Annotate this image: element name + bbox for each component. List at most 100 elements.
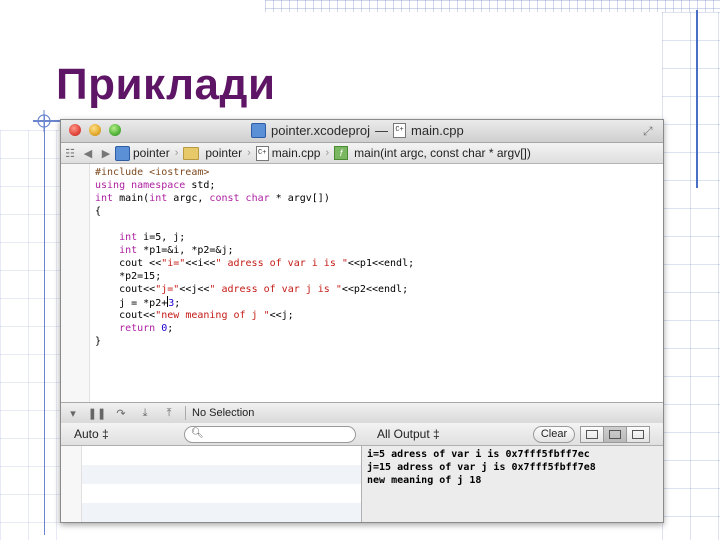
step-over-icon[interactable]: ↷ xyxy=(109,407,133,420)
chevron-right-icon: › xyxy=(325,147,330,159)
project-name: pointer.xcodeproj xyxy=(271,123,371,138)
code-line[interactable]: #include <iostream> xyxy=(95,166,414,179)
editor-gutter[interactable] xyxy=(61,164,90,402)
code-token: return xyxy=(95,323,162,334)
step-out-icon[interactable]: ⤒ xyxy=(157,407,181,420)
pause-icon[interactable]: ❚❚ xyxy=(85,407,109,420)
back-arrow-icon[interactable]: ◀ xyxy=(79,147,97,160)
code-token: *p2=15; xyxy=(95,271,162,282)
code-token: { xyxy=(95,206,102,217)
code-token: cout<< xyxy=(95,284,156,295)
code-token: cout<< xyxy=(95,310,156,321)
code-token: } xyxy=(95,336,102,347)
xcodeproj-icon xyxy=(115,145,130,161)
forward-arrow-icon[interactable]: ▶ xyxy=(97,147,115,160)
code-line[interactable]: *p2=15; xyxy=(95,270,414,283)
cpp-file-icon: C+ xyxy=(255,145,269,161)
step-into-icon[interactable]: ⤓ xyxy=(133,407,157,420)
title-separator: — xyxy=(375,123,389,138)
code-token: " adress of var j is " xyxy=(209,284,342,295)
code-line[interactable]: } xyxy=(95,335,414,348)
code-line[interactable]: cout <<"i="<<i<<" adress of var i is "<<… xyxy=(95,257,414,270)
close-window-button[interactable] xyxy=(69,124,81,136)
code-token: "j=" xyxy=(155,284,180,295)
fullscreen-icon[interactable]: ⤢ xyxy=(643,124,657,138)
source-code[interactable]: #include <iostream> using namespace std; i… xyxy=(95,166,414,348)
jumpbar-item-function[interactable]: f main(int argc, const char * argv[]) xyxy=(334,146,531,160)
show-console-icon[interactable] xyxy=(626,426,650,443)
slide-grid-decoration-top xyxy=(265,0,720,12)
variables-search-input[interactable]: 🔍︎ xyxy=(184,426,356,443)
code-token: <<p2<<endl; xyxy=(341,284,409,295)
code-line[interactable]: int main(int argc, const char * argv[]) xyxy=(95,192,414,205)
window-title: pointer.xcodeproj — C+ main.cpp xyxy=(251,123,464,138)
variables-gutter xyxy=(61,446,82,522)
code-token: " adress of var i is " xyxy=(215,258,348,269)
code-token: "i=" xyxy=(161,258,186,269)
code-token: int xyxy=(95,193,120,204)
variables-view[interactable] xyxy=(61,446,362,522)
code-editor[interactable]: #include <iostream> using namespace std; i… xyxy=(61,164,663,402)
jumpbar-item-file[interactable]: C+ main.cpp xyxy=(255,145,320,161)
code-line[interactable]: int *p1=&i, *p2=&j; xyxy=(95,244,414,257)
code-line[interactable] xyxy=(95,218,414,231)
code-line[interactable]: int i=5, j; xyxy=(95,231,414,244)
output-filter-select[interactable]: All Output ‡ xyxy=(377,427,440,441)
xcodeproj-icon xyxy=(251,123,266,138)
console-line: new meaning of j 18 xyxy=(367,475,482,486)
xcode-window: pointer.xcodeproj — C+ main.cpp ⤢ ☷ ◀ ▶ … xyxy=(60,119,664,523)
variables-scope-select[interactable]: Auto ‡ xyxy=(74,427,109,441)
slide-grid-decoration-left xyxy=(0,130,60,540)
slide-grid-decoration-right xyxy=(662,12,720,540)
code-token: "new meaning of j " xyxy=(155,310,270,321)
crosshair-icon xyxy=(33,110,55,132)
show-variables-icon[interactable] xyxy=(580,426,604,443)
divider xyxy=(185,406,186,420)
code-token: int xyxy=(95,245,144,256)
code-token: ; xyxy=(167,323,174,334)
slide-accent-line-left xyxy=(44,115,45,535)
minimize-window-button[interactable] xyxy=(89,124,101,136)
code-token: main( xyxy=(119,193,150,204)
window-titlebar[interactable]: pointer.xcodeproj — C+ main.cpp ⤢ xyxy=(61,120,663,143)
console-output[interactable]: i=5 adress of var i is 0x7fff5fbff7ec j=1… xyxy=(367,448,596,487)
code-token: *p1=&i, *p2=&j; xyxy=(143,245,234,256)
debug-filter-bar: Auto ‡ 🔍︎ All Output ‡ Clear xyxy=(61,423,663,446)
code-token: std; xyxy=(191,180,216,191)
function-icon: f xyxy=(334,146,349,160)
related-files-icon[interactable]: ☷ xyxy=(61,147,79,160)
hide-debug-area-icon[interactable]: ▾ xyxy=(61,407,85,420)
code-line[interactable]: cout<<"j="<<j<<" adress of var j is "<<p… xyxy=(95,283,414,296)
code-line[interactable]: return 0; xyxy=(95,322,414,335)
cpp-file-icon: C+ xyxy=(393,123,407,138)
code-token: j = *p2+ xyxy=(95,298,168,309)
code-token: using namespace xyxy=(95,180,192,191)
code-token: <<j; xyxy=(269,310,294,321)
code-token: const char xyxy=(209,193,276,204)
zoom-window-button[interactable] xyxy=(109,124,121,136)
code-line[interactable]: using namespace std; xyxy=(95,179,414,192)
code-token: <<p1<<endl; xyxy=(347,258,415,269)
code-line[interactable]: j = *p2+3; xyxy=(95,296,414,309)
jumpbar-item-project[interactable]: pointer xyxy=(115,145,170,161)
jumpbar-item-group[interactable]: pointer xyxy=(183,146,242,160)
search-icon: 🔍︎ xyxy=(191,428,204,439)
code-line[interactable]: { xyxy=(95,205,414,218)
code-token: int xyxy=(149,193,174,204)
code-token: ; xyxy=(174,298,181,309)
file-name: main.cpp xyxy=(411,123,464,138)
slide-accent-line xyxy=(696,10,698,188)
code-token: cout << xyxy=(95,258,162,269)
code-token: int xyxy=(95,232,144,243)
debug-view-segmented-control xyxy=(580,426,650,443)
debug-status: No Selection xyxy=(192,407,255,419)
code-token: argc, xyxy=(173,193,210,204)
jump-bar: ☷ ◀ ▶ pointer › pointer › C+ main.cpp › … xyxy=(61,143,663,164)
code-token: i=5, j; xyxy=(143,232,186,243)
folder-icon xyxy=(183,146,200,160)
code-token: * argv[]) xyxy=(275,193,330,204)
code-line[interactable]: cout<<"new meaning of j "<<j; xyxy=(95,309,414,322)
clear-console-button[interactable]: Clear xyxy=(533,426,575,443)
show-both-icon[interactable] xyxy=(603,426,627,443)
debug-bar: ▾ ❚❚ ↷ ⤓ ⤒ No Selection xyxy=(61,402,663,424)
